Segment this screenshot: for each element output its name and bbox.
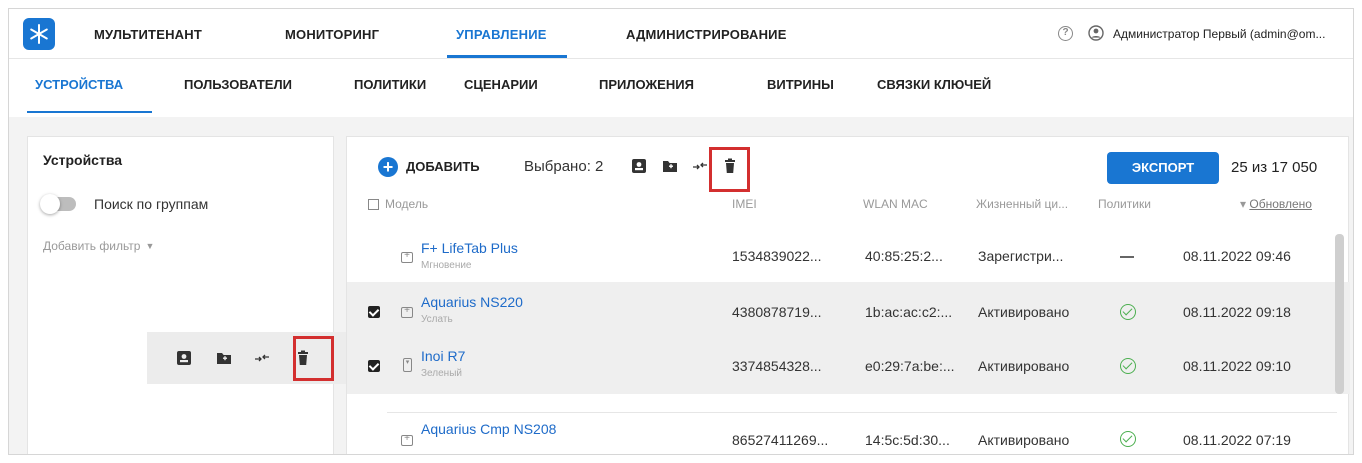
device-sub: Зеленый — [421, 368, 462, 379]
user-name[interactable]: Администратор Первый (admin@om... — [1113, 27, 1325, 41]
app-window: МУЛЬТИТЕНАНТ МОНИТОРИНГ УПРАВЛЕНИЕ АДМИН… — [8, 8, 1354, 455]
tab-showcases[interactable]: ВИТРИНЫ — [767, 77, 834, 92]
contact-card-icon[interactable] — [630, 157, 648, 175]
checkbox-checked-icon[interactable] — [368, 360, 380, 372]
contact-card-icon[interactable] — [175, 349, 193, 367]
checkbox-checked-icon[interactable] — [368, 306, 380, 318]
cell-imei: 86527411269... — [732, 432, 829, 448]
cell-status: Активировано — [978, 304, 1070, 320]
toggle-knob — [40, 194, 60, 214]
table-row[interactable]: F+ LifeTab Plus Мгновение 1534839022... … — [347, 226, 1350, 282]
col-updated[interactable]: ▾ Обновлено — [1240, 197, 1312, 211]
group-search-toggle[interactable] — [40, 194, 76, 214]
highlight-box-trash-left — [293, 336, 334, 381]
cell-imei: 3374854328... — [732, 358, 822, 374]
col-updated-label: Обновлено — [1249, 197, 1312, 211]
add-filter-label: Добавить фильтр — [43, 239, 141, 253]
tab-keychains[interactable]: СВЯЗКИ КЛЮЧЕЙ — [877, 77, 991, 92]
device-name[interactable]: Aquarius Cmp NS208 — [421, 421, 556, 437]
help-icon[interactable]: ? — [1058, 26, 1073, 41]
tablet-icon — [401, 433, 413, 446]
user-icon[interactable] — [1088, 25, 1104, 41]
tab-applications[interactable]: ПРИЛОЖЕНИЯ — [599, 77, 694, 92]
cell-imei: 4380878719... — [732, 304, 822, 320]
topnav-multitenant[interactable]: МУЛЬТИТЕНАНТ — [94, 27, 202, 42]
tablet-icon — [401, 305, 413, 318]
cell-updated: 08.11.2022 09:18 — [1183, 304, 1291, 320]
sub-navbar: УСТРОЙСТВА ПОЛЬЗОВАТЕЛИ ПОЛИТИКИ СЦЕНАРИ… — [9, 59, 1353, 117]
cell-mac: e0:29:7a:be:... — [865, 358, 955, 374]
tab-scenarios[interactable]: СЦЕНАРИИ — [464, 77, 538, 92]
cell-updated: 08.11.2022 09:10 — [1183, 358, 1291, 374]
col-imei[interactable]: IMEI — [732, 197, 757, 211]
col-policies[interactable]: Политики — [1098, 197, 1151, 211]
devices-table-panel: + ДОБАВИТЬ Выбрано: 2 ЭКСПОРТ 25 из 17 0… — [346, 136, 1350, 454]
table-scrollbar[interactable] — [1335, 234, 1344, 394]
results-count: 25 из 17 050 — [1231, 159, 1318, 176]
selected-count: Выбрано: 2 — [524, 158, 604, 175]
table-row[interactable]: Inoi R7 Зеленый 3374854328... e0:29:7a:b… — [347, 338, 1350, 394]
table-row[interactable]: Aquarius NS220 Услать 4380878719... 1b:a… — [347, 282, 1350, 338]
cell-imei: 1534839022... — [732, 248, 822, 264]
highlight-box-trash-top — [709, 147, 750, 192]
col-wlan-mac[interactable]: WLAN MAC — [863, 197, 928, 211]
cell-status: Активировано — [978, 358, 1070, 374]
device-sub: Услать — [421, 314, 453, 325]
cell-status: Зарегистри... — [978, 248, 1064, 264]
panel-title: Устройства — [43, 152, 123, 168]
check-circle-icon — [1120, 431, 1136, 447]
logo-icon[interactable] — [23, 18, 55, 50]
table-row[interactable]: Aquarius Cmp NS208 86527411269... 14:5c:… — [347, 413, 1350, 454]
col-model[interactable]: Модель — [385, 197, 428, 211]
col-lifecycle[interactable]: Жизненный ци... — [976, 197, 1068, 211]
filter-panel: Устройства Поиск по группам Добавить фил… — [27, 136, 334, 454]
device-name[interactable]: Inoi R7 — [421, 348, 465, 364]
move-arrows-icon[interactable] — [691, 157, 709, 175]
cell-mac: 40:85:25:2... — [865, 248, 943, 264]
folder-icon[interactable] — [661, 157, 679, 175]
check-circle-icon — [1120, 358, 1136, 374]
add-icon[interactable]: + — [378, 157, 398, 177]
cell-updated: 08.11.2022 07:19 — [1183, 432, 1291, 448]
tablet-icon — [401, 250, 413, 263]
cell-mac: 1b:ac:ac:c2:... — [865, 304, 953, 320]
active-tab-indicator — [447, 55, 567, 58]
export-button[interactable]: ЭКСПОРТ — [1107, 152, 1219, 184]
select-all-checkbox[interactable] — [368, 199, 379, 210]
cell-updated: 08.11.2022 09:46 — [1183, 248, 1291, 264]
folder-icon[interactable] — [215, 349, 233, 367]
add-button[interactable]: ДОБАВИТЬ — [406, 159, 480, 174]
active-subtab-indicator — [27, 111, 152, 113]
device-name[interactable]: Aquarius NS220 — [421, 294, 523, 310]
no-policy-dash — [1120, 256, 1134, 258]
topnav-administration[interactable]: АДМИНИСТРИРОВАНИЕ — [626, 27, 787, 42]
device-sub: Мгновение — [421, 260, 472, 271]
top-navbar: МУЛЬТИТЕНАНТ МОНИТОРИНГ УПРАВЛЕНИЕ АДМИН… — [9, 9, 1353, 59]
tab-users[interactable]: ПОЛЬЗОВАТЕЛИ — [184, 77, 292, 92]
cell-status: Активировано — [978, 432, 1070, 448]
add-filter-dropdown[interactable]: Добавить фильтр ▼ — [43, 239, 154, 253]
tab-devices[interactable]: УСТРОЙСТВА — [35, 77, 123, 92]
check-circle-icon — [1120, 304, 1136, 320]
caret-down-icon: ▼ — [145, 241, 155, 251]
group-search-label: Поиск по группам — [94, 196, 209, 212]
cell-mac: 14:5c:5d:30... — [865, 432, 950, 448]
phone-icon — [403, 358, 412, 372]
topnav-management[interactable]: УПРАВЛЕНИЕ — [456, 27, 547, 42]
move-arrows-icon[interactable] — [253, 349, 271, 367]
topnav-monitoring[interactable]: МОНИТОРИНГ — [285, 27, 379, 42]
sort-arrow-icon: ▾ — [1240, 197, 1250, 211]
device-name[interactable]: F+ LifeTab Plus — [421, 240, 518, 256]
tab-policies[interactable]: ПОЛИТИКИ — [354, 77, 426, 92]
